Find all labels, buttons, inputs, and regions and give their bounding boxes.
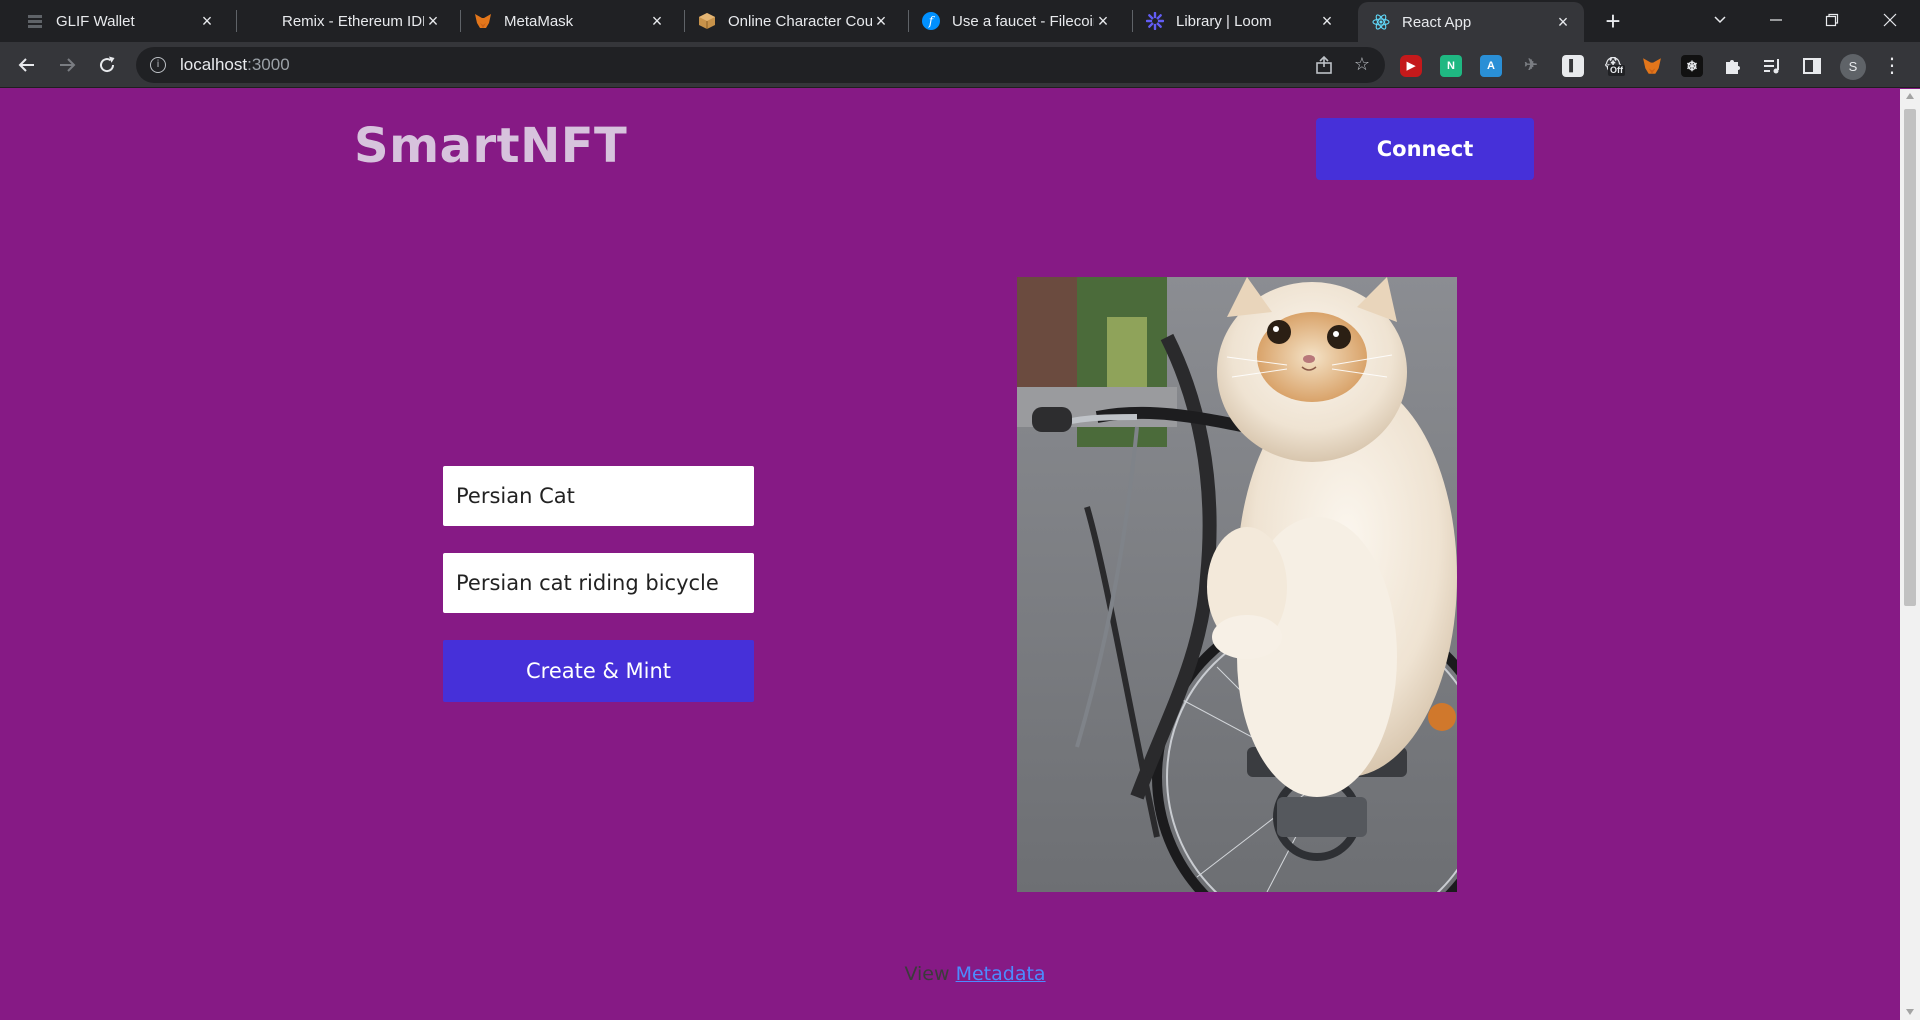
filecoin-icon: f [922,12,940,30]
metamask-extension-icon[interactable] [1641,55,1663,77]
tab-title: Remix - Ethereum IDE [282,12,424,30]
youtube-extension-icon[interactable]: ▶ [1400,55,1422,77]
forward-button[interactable] [52,50,82,80]
glif-icon [26,12,44,30]
close-icon[interactable]: × [1094,12,1112,30]
minimize-button[interactable] [1748,0,1804,42]
extensions-puzzle-icon[interactable] [1721,55,1743,77]
react-icon [1372,13,1390,31]
tab-title: React App [1402,13,1472,31]
side-panel-icon[interactable] [1801,55,1823,77]
tab-loom-library[interactable]: Library | Loom × [1134,0,1348,42]
app-page: SmartNFT Connect Persian Cat Persian cat… [0,89,1900,1020]
tab-remix[interactable]: Remix - Ethereum IDE × [240,0,454,42]
brand-title: SmartNFT [354,118,628,174]
rocket-extension-icon[interactable]: ✈ [1520,55,1542,77]
restore-button[interactable] [1804,0,1860,42]
tab-filecoin-faucet[interactable]: f Use a faucet - Filecoin × [910,0,1124,42]
tab-separator [684,10,685,32]
tab-strip: GLIF Wallet × Remix - Ethereum IDE × Met… [0,0,1920,42]
browser-menu-icon[interactable]: ⋮ [1880,50,1904,80]
loom-icon [1146,12,1164,30]
profile-avatar[interactable]: S [1840,54,1866,80]
tab-title: Online Character Cou [728,12,872,30]
site-info-icon[interactable]: i [150,57,166,73]
nft-name-input[interactable]: Persian Cat [443,466,754,526]
hat-extension-icon[interactable]: ⛑Off [1602,55,1625,77]
page-scrollbar[interactable] [1900,89,1920,1020]
close-icon[interactable]: × [872,12,890,30]
tab-separator [236,10,237,32]
back-button[interactable] [12,50,42,80]
browser-toolbar: i localhost:3000 ☆ ▶ N A ✈ ▌ ⛑Off ❄ S ⋮ [0,42,1920,88]
tab-separator [908,10,909,32]
new-tab-button[interactable]: + [1598,6,1628,36]
address-bar[interactable]: i localhost:3000 ☆ [136,47,1385,83]
tab-search-button[interactable] [1692,0,1748,42]
scrollbar-thumb[interactable] [1904,109,1916,606]
close-icon[interactable]: × [1318,12,1336,30]
close-icon[interactable]: × [1554,13,1572,31]
tab-title: Library | Loom [1176,12,1272,30]
nft-description-value: Persian cat riding bicycle [456,571,719,595]
create-mint-button[interactable]: Create & Mint [443,640,754,702]
tab-title: MetaMask [504,12,574,30]
translate-extension-icon[interactable]: A [1480,55,1502,77]
bookmark-star-icon[interactable]: ☆ [1350,53,1374,77]
off-badge: Off [1608,65,1625,76]
scroll-down-arrow-icon[interactable] [1906,1009,1914,1015]
url-text: localhost:3000 [180,55,290,75]
notion-n-extension-icon[interactable]: N [1440,55,1462,77]
snowflake-extension-icon[interactable]: ❄ [1681,55,1703,77]
box-icon [698,12,716,30]
nft-description-input[interactable]: Persian cat riding bicycle [443,553,754,613]
close-icon[interactable]: × [648,12,666,30]
scroll-up-arrow-icon[interactable] [1906,93,1914,99]
footer: View Metadata [0,963,1920,985]
persian-cat-bicycle-image [1017,277,1457,892]
url-port: :3000 [247,55,290,74]
close-icon[interactable]: × [424,12,442,30]
media-control-icon[interactable] [1761,55,1783,77]
footer-prefix: View [904,963,956,985]
share-icon[interactable] [1312,53,1336,77]
close-window-button[interactable] [1862,0,1918,42]
tab-title: GLIF Wallet [56,12,135,30]
metadata-link[interactable]: Metadata [956,963,1046,985]
connect-button[interactable]: Connect [1316,118,1534,180]
url-host: localhost [180,55,248,74]
nft-image [1017,277,1457,892]
tab-character-counter[interactable]: Online Character Cou × [686,0,902,42]
tab-react-app[interactable]: React App × [1358,2,1584,42]
nft-name-value: Persian Cat [456,484,575,508]
remix-icon [252,12,270,30]
tab-metamask[interactable]: MetaMask × [462,0,678,42]
tab-separator [460,10,461,32]
shield-extension-icon[interactable]: ▌ [1562,55,1584,77]
tab-title: Use a faucet - Filecoin [952,12,1094,30]
close-icon[interactable]: × [198,12,216,30]
metamask-fox-icon [474,12,492,30]
reload-button[interactable] [92,50,122,80]
tab-glif-wallet[interactable]: GLIF Wallet × [14,0,228,42]
tab-separator [1132,10,1133,32]
